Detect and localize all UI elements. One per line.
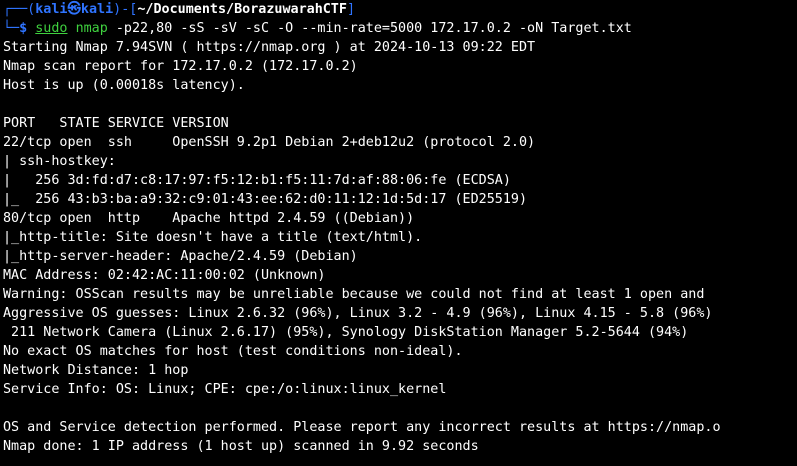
prompt-at-icon: ㉿ xyxy=(67,2,81,17)
output-line: OS and Service detection performed. Plea… xyxy=(3,420,721,435)
output-line: Warning: OSScan results may be unreliabl… xyxy=(3,287,705,302)
output-line: 80/tcp open http Apache httpd 2.4.59 ((D… xyxy=(3,211,415,226)
terminal-window[interactable]: ┌──(kali㉿kali)-[~/Documents/BorazuwarahC… xyxy=(3,0,797,466)
output-line: | 256 3d:fd:d7:c8:17:97:f5:12:b1:f5:11:7… xyxy=(3,173,511,188)
prompt-dollar: $ xyxy=(19,21,36,36)
output-line: Starting Nmap 7.94SVN ( https://nmap.org… xyxy=(3,40,536,55)
output-line: 211 Network Camera (Linux 2.6.17) (95%),… xyxy=(3,325,689,340)
prompt-frame-bottom: └─ xyxy=(3,21,20,36)
prompt-host: kali xyxy=(80,2,114,17)
output-line: Aggressive OS guesses: Linux 2.6.32 (96%… xyxy=(3,306,713,321)
prompt-frame-top: ┌──( xyxy=(3,2,36,17)
command-args: -p22,80 -sS -sV -sC -O --min-rate=5000 1… xyxy=(107,21,632,36)
output-line: |_http-title: Site doesn't have a title … xyxy=(3,230,423,245)
output-line: |_ 256 43:b3:ba:a9:32:c9:01:43:ee:62:d0:… xyxy=(3,192,528,207)
output-line: No exact OS matches for host (test condi… xyxy=(3,344,463,359)
prompt-close: ] xyxy=(346,2,355,17)
output-line: Nmap done: 1 IP address (1 host up) scan… xyxy=(3,439,479,454)
output-line: |_http-server-header: Apache/2.4.59 (Deb… xyxy=(3,249,358,264)
output-line: 22/tcp open ssh OpenSSH 9.2p1 Debian 2+d… xyxy=(3,135,536,150)
output-line: Network Distance: 1 hop xyxy=(3,363,189,378)
command-sudo: sudo xyxy=(35,21,68,36)
terminal-output: Starting Nmap 7.94SVN ( https://nmap.org… xyxy=(3,38,797,456)
output-line: Nmap scan report for 172.17.0.2 (172.17.… xyxy=(3,59,358,74)
output-line: MAC Address: 02:42:AC:11:00:02 (Unknown) xyxy=(3,268,326,283)
output-line: | ssh-hostkey: xyxy=(3,154,116,169)
output-line: Service Info: OS: Linux; CPE: cpe:/o:lin… xyxy=(3,382,447,397)
output-line: PORT STATE SERVICE VERSION xyxy=(3,116,229,131)
command-name: nmap xyxy=(75,21,108,36)
prompt-separator: )-[ xyxy=(113,2,138,17)
command-line[interactable]: └─$ sudo nmap -p22,80 -sS -sV -sC -O --m… xyxy=(3,19,797,38)
output-line: Host is up (0.00018s latency). xyxy=(3,78,245,93)
prompt-line-top: ┌──(kali㉿kali)-[~/Documents/BorazuwarahC… xyxy=(3,0,797,19)
prompt-path: ~/Documents/BorazuwarahCTF xyxy=(137,2,347,17)
prompt-user: kali xyxy=(35,2,68,17)
